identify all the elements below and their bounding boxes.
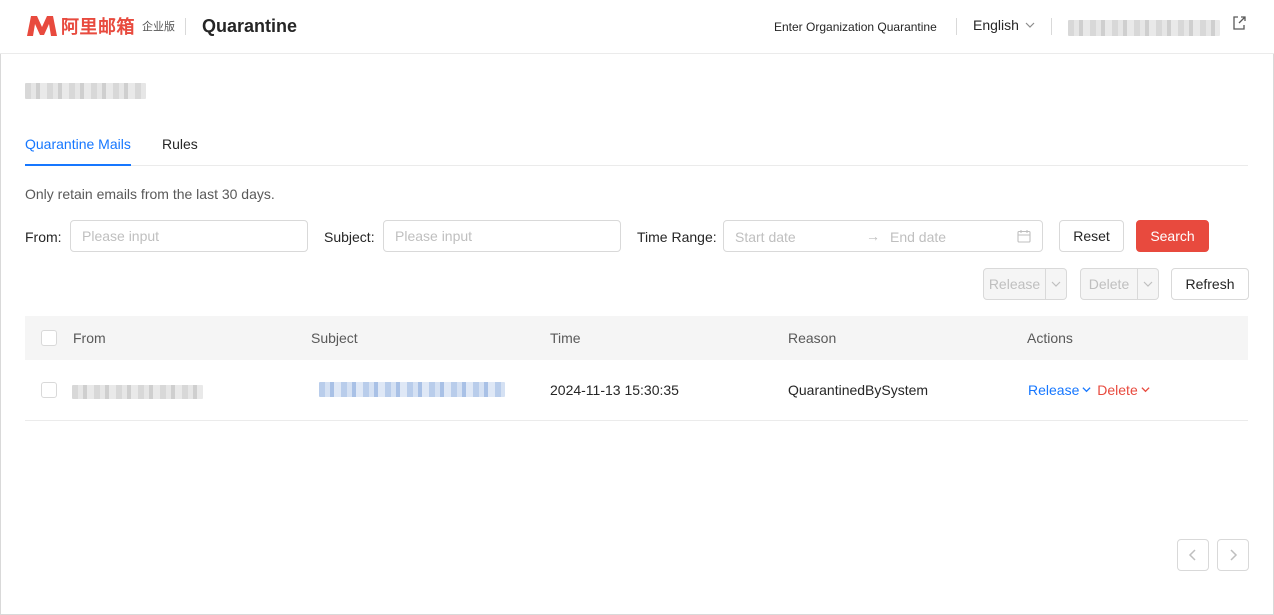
time-range-picker[interactable]: Start date → End date	[723, 220, 1043, 252]
row-release-label: Release	[1028, 382, 1080, 398]
row-delete-action[interactable]: Delete	[1097, 382, 1150, 398]
active-tab-indicator	[25, 164, 131, 166]
release-more[interactable]	[1046, 268, 1067, 300]
tab-quarantine-mails[interactable]: Quarantine Mails	[25, 136, 131, 152]
chevron-down-icon	[1143, 281, 1153, 287]
delete-dropdown-button[interactable]: Delete	[1080, 268, 1159, 300]
table-header: From Subject Time Reason Actions	[25, 316, 1248, 360]
refresh-button[interactable]: Refresh	[1171, 268, 1249, 300]
logout-icon[interactable]	[1231, 15, 1247, 31]
window-frame	[0, 0, 1274, 615]
retention-notice: Only retain emails from the last 30 days…	[25, 186, 275, 202]
prev-page-button[interactable]	[1177, 539, 1209, 571]
subject-link-redacted[interactable]	[319, 382, 505, 397]
column-header-subject: Subject	[311, 330, 358, 346]
brand-edition: 企业版	[142, 20, 175, 33]
start-date-placeholder[interactable]: Start date	[735, 229, 796, 245]
next-page-button[interactable]	[1217, 539, 1249, 571]
from-input[interactable]	[70, 220, 308, 252]
chevron-left-icon	[1188, 549, 1196, 561]
row-reason: QuarantinedBySystem	[788, 382, 929, 398]
subject-label: Subject:	[324, 229, 375, 245]
subject-input[interactable]	[383, 220, 621, 252]
row-delete-label: Delete	[1097, 382, 1138, 398]
column-header-from: From	[73, 330, 106, 346]
range-arrow-icon: →	[866, 228, 880, 244]
from-label: From:	[25, 229, 62, 245]
user-account-redacted[interactable]	[1068, 20, 1220, 36]
reset-button[interactable]: Reset	[1059, 220, 1124, 252]
brand-logo[interactable]: 阿里邮箱 企业版	[25, 13, 175, 39]
page-title: Quarantine	[202, 16, 298, 36]
language-label: English	[973, 17, 1019, 33]
header-divider	[185, 18, 186, 35]
release-button[interactable]: Release	[983, 268, 1046, 300]
calendar-icon	[1017, 230, 1031, 243]
column-header-reason: Reason	[788, 330, 837, 346]
row-release-action[interactable]: Release	[1028, 382, 1091, 398]
release-dropdown-button[interactable]: Release	[983, 268, 1067, 300]
chevron-down-icon	[1141, 387, 1150, 393]
enter-org-quarantine-link[interactable]: Enter Organization Quarantine	[774, 20, 937, 34]
select-all-checkbox[interactable]	[41, 330, 57, 346]
row-time: 2024-11-13 15:30:35	[550, 382, 679, 398]
delete-more[interactable]	[1138, 268, 1159, 300]
column-header-time: Time	[550, 330, 581, 346]
header-divider	[956, 18, 957, 35]
chevron-down-icon	[1051, 281, 1061, 287]
header-divider	[1051, 18, 1052, 35]
sender-redacted	[72, 385, 203, 399]
top-header: 阿里邮箱 企业版 Quarantine Enter Organization Q…	[0, 0, 1274, 54]
column-header-actions: Actions	[1027, 330, 1073, 346]
organization-name-redacted	[25, 83, 146, 99]
row-actions: Release Delete	[1028, 382, 1150, 398]
delete-button[interactable]: Delete	[1080, 268, 1138, 300]
time-range-label: Time Range:	[637, 229, 717, 245]
brand-name: 阿里邮箱	[61, 17, 135, 38]
search-button[interactable]: Search	[1136, 220, 1209, 252]
chevron-down-icon	[1082, 387, 1091, 393]
end-date-placeholder[interactable]: End date	[890, 229, 946, 245]
row-checkbox[interactable]	[41, 382, 57, 398]
mail-logo-icon	[27, 16, 57, 36]
table-row: 2024-11-13 15:30:35 QuarantinedBySystem …	[25, 360, 1248, 421]
tab-bar: Quarantine Mails Rules	[25, 122, 1248, 166]
language-selector[interactable]: English	[973, 17, 1035, 33]
tab-rules[interactable]: Rules	[162, 136, 198, 152]
chevron-right-icon	[1230, 549, 1238, 561]
chevron-down-icon	[1025, 22, 1035, 28]
